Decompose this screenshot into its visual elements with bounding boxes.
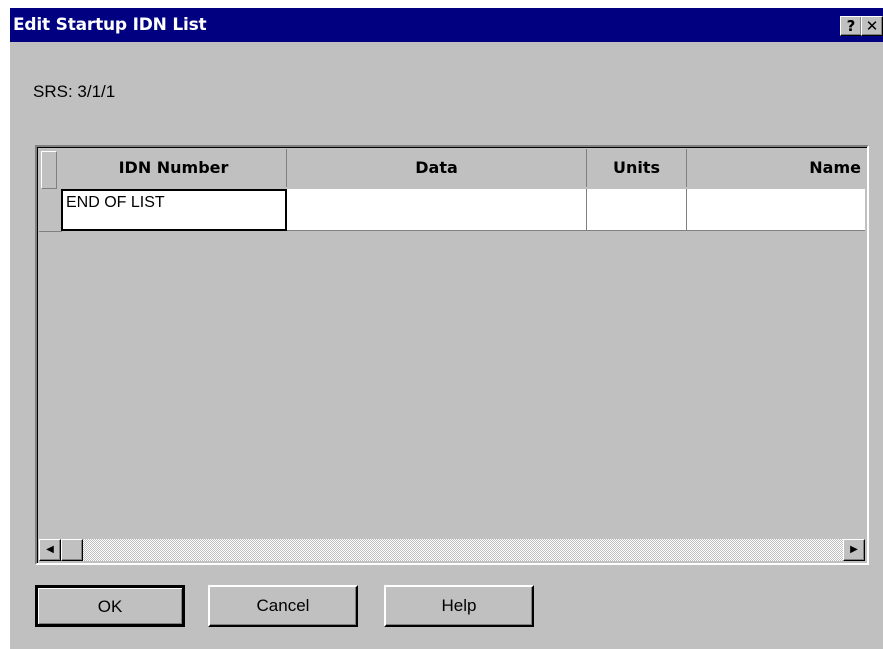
cancel-button[interactable]: Cancel bbox=[208, 585, 358, 627]
select-all-corner[interactable] bbox=[41, 151, 57, 189]
idn-list-grid[interactable]: IDN Number Data Units Name END OF LIST ◀… bbox=[35, 145, 869, 565]
data-cell[interactable] bbox=[287, 189, 587, 231]
column-header-units[interactable]: Units bbox=[587, 149, 687, 187]
scrollbar-thumb[interactable] bbox=[61, 539, 83, 561]
scroll-left-arrow-icon[interactable]: ◀ bbox=[39, 539, 61, 561]
scroll-right-arrow-icon[interactable]: ▶ bbox=[843, 539, 865, 561]
column-header-data[interactable]: Data bbox=[287, 149, 587, 187]
name-cell[interactable] bbox=[687, 189, 865, 231]
title-bar[interactable]: Edit Startup IDN List ? ✕ bbox=[10, 8, 883, 42]
help-button[interactable]: Help bbox=[384, 585, 534, 627]
units-cell[interactable] bbox=[587, 189, 687, 231]
ok-button[interactable]: OK bbox=[35, 585, 185, 627]
idn-number-cell[interactable]: END OF LIST bbox=[61, 189, 287, 231]
column-header-name[interactable]: Name bbox=[687, 149, 863, 187]
srs-label: SRS: 3/1/1 bbox=[33, 82, 116, 101]
edit-startup-idn-dialog: Edit Startup IDN List ? ✕ SRS: 3/1/1 IDN… bbox=[10, 8, 883, 649]
help-question-icon[interactable]: ? bbox=[840, 16, 862, 36]
horizontal-scrollbar[interactable]: ◀ ▶ bbox=[39, 539, 865, 561]
row-selector[interactable] bbox=[39, 189, 62, 232]
window-title: Edit Startup IDN List bbox=[13, 15, 207, 35]
close-icon[interactable]: ✕ bbox=[861, 16, 883, 36]
column-header-idn-number[interactable]: IDN Number bbox=[61, 149, 287, 187]
